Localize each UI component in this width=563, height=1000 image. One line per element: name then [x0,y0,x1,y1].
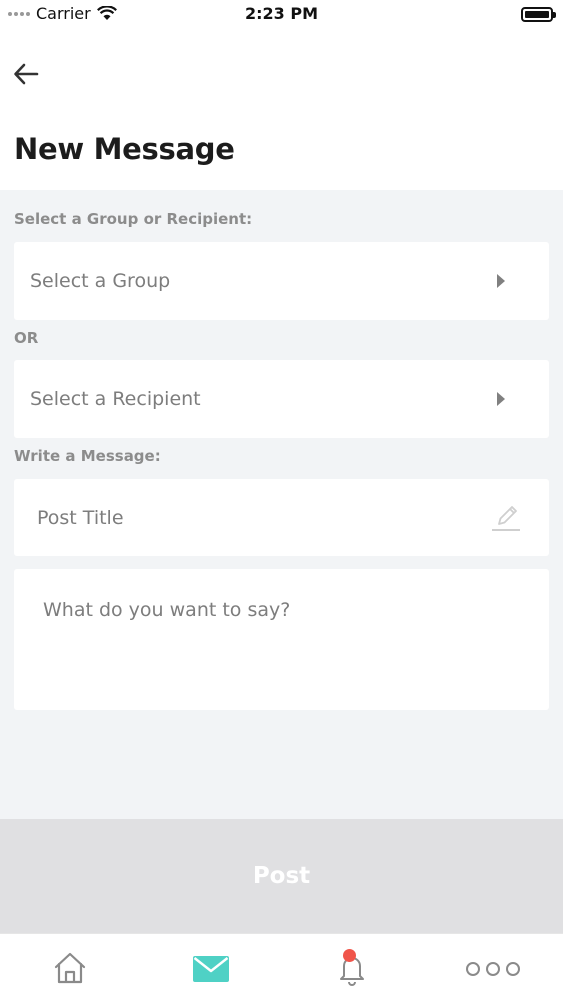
select-recipient-label: Select a Recipient [30,388,201,410]
tab-bar [0,933,563,1000]
tab-more[interactable] [422,934,563,1000]
status-time: 2:23 PM [244,4,318,23]
more-icon [465,962,520,976]
caret-right-icon [497,274,505,288]
tab-messages[interactable] [141,934,282,1000]
or-label: OR [14,329,39,347]
header: New Message [0,30,563,190]
select-recipient-dropdown[interactable]: Select a Recipient [14,360,549,438]
message-section-label: Write a Message: [14,447,161,465]
message-body-placeholder: What do you want to say? [43,599,291,621]
caret-right-icon [497,392,505,406]
post-title-placeholder: Post Title [37,506,124,529]
battery-icon [521,7,556,22]
post-button[interactable]: Post [0,819,563,933]
arrow-left-icon [14,63,39,85]
home-icon [55,952,86,984]
select-group-dropdown[interactable]: Select a Group [14,242,549,320]
recipient-section-label: Select a Group or Recipient: [14,210,253,228]
tab-notifications[interactable] [282,934,423,1000]
page-title: New Message [14,132,235,166]
post-title-field[interactable]: Post Title [14,479,549,556]
back-button[interactable] [8,56,44,92]
post-button-label: Post [252,863,311,889]
tab-home[interactable] [0,934,141,1000]
status-bar: Carrier 2:23 PM [0,0,563,30]
mail-icon [193,956,230,982]
message-body-field[interactable]: What do you want to say? [14,569,549,710]
notification-badge [342,949,356,962]
select-group-label: Select a Group [30,270,171,292]
pencil-icon [492,505,520,531]
